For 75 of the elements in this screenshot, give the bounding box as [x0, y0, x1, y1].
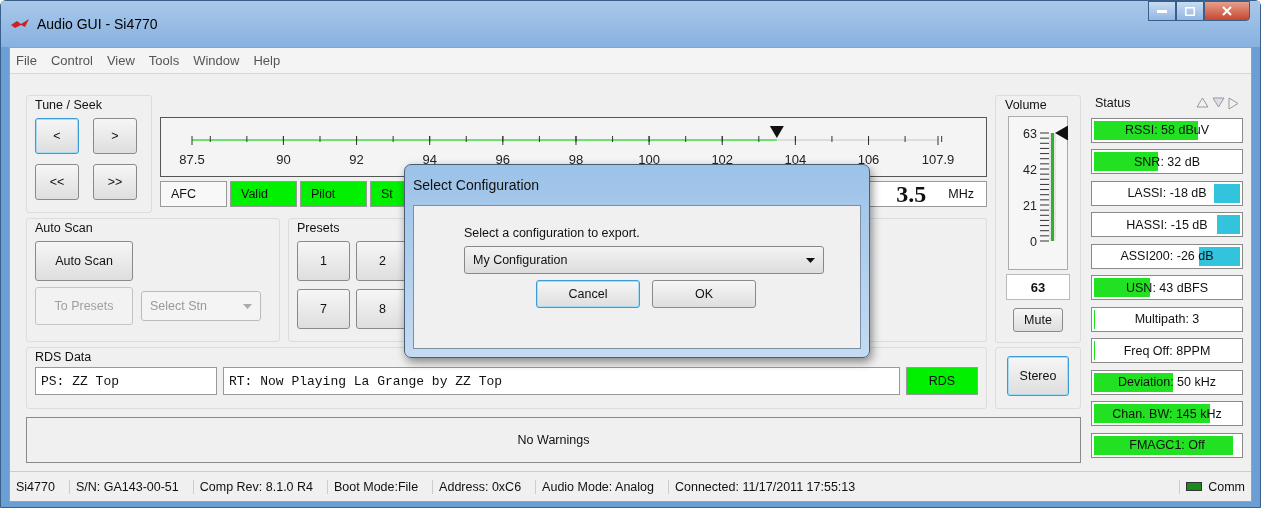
status-bar-item: Address: 0xC6	[433, 479, 537, 494]
auto-scan-button[interactable]: Auto Scan	[35, 241, 133, 281]
warnings-panel: No Warnings	[26, 417, 1081, 463]
ps-field[interactable]: PS: ZZ Top	[35, 367, 217, 395]
group-title: Volume	[1005, 98, 1047, 112]
dialog-button[interactable]: OK	[652, 280, 756, 308]
status-meter: FMAGC1: Off	[1091, 432, 1243, 458]
dialog-button[interactable]: Cancel	[536, 280, 640, 308]
status-meter: HASSI: -15 dB	[1091, 212, 1243, 237]
minimize-button[interactable]	[1148, 1, 1176, 21]
tuning-marker[interactable]	[769, 126, 784, 138]
menu-item[interactable]: Tools	[148, 53, 180, 68]
status-bar-item: S/N: GA143-00-51	[69, 479, 194, 494]
scale-label: 92	[349, 152, 364, 167]
status-meter: Multipath: 3	[1091, 306, 1243, 332]
scale-label: 90	[276, 152, 291, 167]
status-bar-item: Si4770	[10, 479, 70, 494]
seek-button[interactable]: <	[35, 118, 79, 154]
maximize-icon	[1185, 6, 1195, 16]
preset-button[interactable]: 7	[297, 289, 350, 329]
volume-scale-label: 63	[1023, 127, 1037, 141]
volume-scale-label: 42	[1023, 163, 1037, 177]
status-bar-item: Comp Rev: 8.1.0 R4	[193, 479, 329, 494]
group-title: Tune / Seek	[35, 98, 102, 112]
scale-label: 102	[711, 152, 734, 167]
scale-label: 100	[638, 152, 660, 167]
volume-value: 63	[1006, 274, 1070, 300]
menu-item[interactable]: Window	[193, 53, 240, 68]
scale-label: 96	[495, 152, 511, 167]
volume-scale-label: 21	[1023, 199, 1037, 213]
group-title: Auto Scan	[35, 221, 93, 235]
scale-label: 98	[568, 152, 584, 167]
status-title: Status	[1095, 96, 1131, 110]
status-indicator: Valid	[230, 181, 297, 207]
group-title: Presets	[297, 221, 340, 235]
scale-label: 94	[422, 152, 437, 167]
app-logo-icon	[11, 19, 29, 29]
dropdown-arrow-icon	[806, 257, 815, 263]
status-meter: LASSI: -18 dB	[1091, 180, 1243, 206]
comm-label: Comm	[1208, 479, 1245, 494]
configuration-dropdown[interactable]: My Configuration	[464, 246, 824, 274]
volume-thumb[interactable]	[1055, 125, 1068, 141]
group-title: RDS Data	[35, 350, 92, 364]
close-icon	[1222, 6, 1232, 16]
menu-item[interactable]: Help	[253, 53, 281, 68]
volume-slider[interactable]: 63 42 21 0	[1008, 116, 1068, 270]
radio-text-field[interactable]: RT: Now Playing La Grange by ZZ Top	[223, 367, 900, 395]
preset-button[interactable]: 1	[297, 241, 350, 281]
close-button[interactable]	[1204, 1, 1250, 21]
menu-item[interactable]: Control	[50, 53, 93, 68]
status-indicator: AFC	[160, 181, 227, 207]
dropdown-arrow-icon	[243, 303, 252, 309]
minimize-icon	[1157, 9, 1167, 13]
volume-scale-label: 0	[1030, 235, 1037, 249]
stereo-button[interactable]: Stereo	[1007, 356, 1069, 396]
menu-item[interactable]: View	[106, 53, 135, 68]
status-indicator: Pilot	[300, 181, 367, 207]
seek-button[interactable]: <<	[35, 164, 79, 200]
scale-label: 104	[784, 152, 807, 167]
seek-button[interactable]: >	[93, 118, 137, 154]
scale-label: 87.5	[179, 152, 205, 167]
mute-button[interactable]: Mute	[1013, 308, 1063, 332]
scale-label: 106	[857, 152, 880, 167]
rds-indicator: RDS	[906, 367, 978, 395]
menu-item[interactable]: File	[16, 53, 37, 68]
maximize-button[interactable]	[1176, 1, 1204, 21]
dialog-prompt: Select a configuration to export.	[464, 226, 641, 240]
seek-button[interactable]: >>	[93, 164, 137, 200]
status-bar-item: Connected: 11/17/2011 17:55:13	[669, 479, 1181, 494]
scale-label: 107.9	[921, 152, 955, 167]
status-meter: Deviation: 50 kHz	[1091, 369, 1243, 395]
status-meter: Freq Off: 8PPM	[1091, 338, 1243, 363]
status-bar-item: Audio Mode: Analog	[536, 479, 669, 494]
status-bar-item: Boot Mode:File	[328, 479, 434, 494]
window-title: Audio GUI - Si4770	[37, 16, 158, 32]
